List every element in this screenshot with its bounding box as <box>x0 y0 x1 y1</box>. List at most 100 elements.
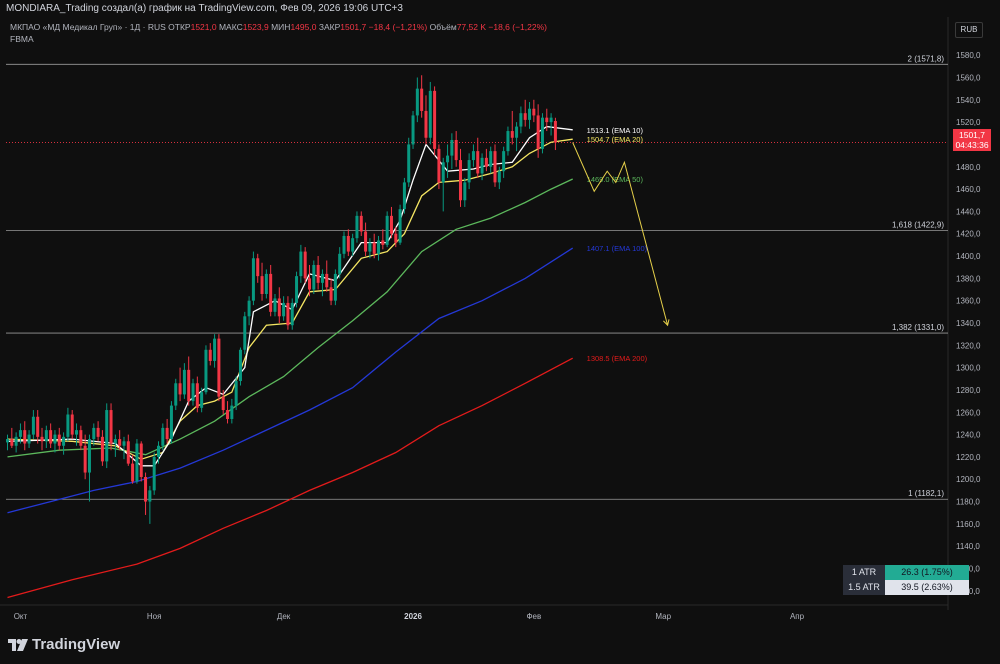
candle-body <box>96 427 100 437</box>
candle-body <box>14 436 18 446</box>
candle-body <box>31 416 35 435</box>
candle-body <box>113 439 117 444</box>
y-tick-label: 1540,0 <box>956 96 981 105</box>
candle-body <box>156 445 160 457</box>
candle-body <box>87 439 91 473</box>
candle-body <box>269 273 273 312</box>
high-label: МАКС <box>218 22 243 32</box>
y-tick-label: 1320,0 <box>956 341 981 350</box>
volume-change-value: −18,6 (−1,22%) <box>488 22 547 32</box>
last-price-value: 1501,7 <box>959 130 985 140</box>
candle-body <box>402 182 406 210</box>
currency-button[interactable]: RUB <box>955 22 983 38</box>
low-label: МИН <box>271 22 291 32</box>
candle-body <box>515 126 519 138</box>
candle-body <box>484 157 488 167</box>
candle-body <box>502 151 506 172</box>
candle-body <box>398 209 402 243</box>
candle-body <box>148 490 152 502</box>
candle-body <box>454 139 458 161</box>
candle-body <box>226 410 230 419</box>
candle-body <box>420 88 424 111</box>
indicator-label[interactable]: FBMA <box>10 34 34 44</box>
candle-body <box>480 157 484 174</box>
candle-body <box>251 258 255 301</box>
candle-body <box>57 434 61 446</box>
y-tick-label: 1280,0 <box>956 386 981 395</box>
candle-body <box>273 298 277 312</box>
candle-body <box>195 383 199 408</box>
y-tick-label: 1380,0 <box>956 274 981 283</box>
candle-body <box>536 115 540 149</box>
candle-body <box>320 273 324 283</box>
candle-body <box>49 430 53 444</box>
candle-body <box>200 392 204 408</box>
y-tick-label: 1400,0 <box>956 252 981 261</box>
candle-body <box>368 242 372 252</box>
atr-2-label: 1.5 ATR <box>843 580 885 595</box>
candle-body <box>100 436 104 462</box>
y-tick-label: 1420,0 <box>956 230 981 239</box>
candle-body <box>131 463 135 482</box>
candle-body <box>122 441 126 446</box>
y-tick-label: 1200,0 <box>956 475 981 484</box>
candle-body <box>75 430 79 435</box>
candle-body <box>463 182 467 201</box>
candle-body <box>523 113 527 120</box>
candle-body <box>62 436 66 446</box>
y-tick-label: 1240,0 <box>956 431 981 440</box>
x-tick-label: 2026 <box>404 612 422 621</box>
candle-body <box>441 162 445 183</box>
tradingview-logo-icon <box>8 638 28 651</box>
candle-body <box>545 117 549 123</box>
atr-row-2: 1.5 ATR 39.5 (2.63%) <box>843 580 969 595</box>
fib-level-label: 1,382 (1331,0) <box>892 323 944 332</box>
candle-body <box>191 383 195 402</box>
candle-body <box>295 276 299 303</box>
candle-body <box>497 171 501 183</box>
fib-level-label: 1 (1182,1) <box>908 489 944 498</box>
candle-body <box>182 369 186 395</box>
y-tick-label: 1300,0 <box>956 364 981 373</box>
close-label: ЗАКР <box>318 22 341 32</box>
candle-body <box>364 231 368 252</box>
atr-table: 1 ATR 26.3 (1.75%) 1.5 ATR 39.5 (2.63%) <box>843 565 969 595</box>
candle-body <box>394 233 398 243</box>
candle-body <box>312 264 316 290</box>
high-value: 1523,9 <box>242 22 269 32</box>
y-tick-label: 1520,0 <box>956 118 981 127</box>
last-price-tag: 1501,7 04:43:36 <box>953 129 991 151</box>
low-value: 1495,0 <box>290 22 317 32</box>
tradingview-logo[interactable]: TradingView <box>8 636 120 653</box>
candle-body <box>489 151 493 167</box>
y-tick-label: 1560,0 <box>956 73 981 82</box>
candle-body <box>79 430 83 446</box>
candle-body <box>187 369 191 402</box>
candle-body <box>510 131 514 138</box>
chart-title: MONDIARA_Trading создал(а) график на Tra… <box>6 3 403 14</box>
ema-label: 1308.5 (EMA 200) <box>587 354 648 363</box>
ema-label: 1407.1 (EMA 100) <box>587 244 648 253</box>
candle-body <box>256 258 260 277</box>
candle-body <box>66 414 70 437</box>
candle-body <box>286 302 290 326</box>
candle-body <box>359 215 363 232</box>
candle-body <box>532 108 536 116</box>
candle-body <box>277 298 281 317</box>
candle-body <box>458 160 462 201</box>
candle-body <box>213 338 217 361</box>
candle-body <box>411 115 415 145</box>
candle-body <box>333 273 337 301</box>
candle-body <box>217 338 221 397</box>
candle-body <box>381 240 385 245</box>
ema-label: 1469.0 (EMA 50) <box>587 175 644 184</box>
symbol-label[interactable]: МКПАО «МД Медикал Груп» · 1Д · RUS <box>10 22 166 32</box>
candle-body <box>346 235 350 252</box>
x-tick-label: Окт <box>14 612 28 621</box>
candle-body <box>165 427 169 440</box>
candle-body <box>135 443 139 482</box>
candle-body <box>208 349 212 361</box>
atr-1-label: 1 ATR <box>843 565 885 580</box>
candle-body <box>6 439 9 443</box>
candle-body <box>234 381 238 406</box>
